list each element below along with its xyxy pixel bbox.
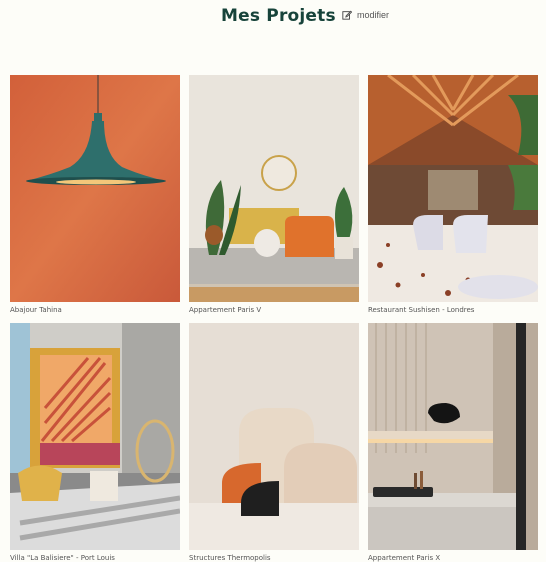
project-image[interactable] <box>189 75 359 302</box>
project-image[interactable] <box>10 323 180 550</box>
project-card[interactable]: Structures Thermopolis <box>189 323 359 562</box>
project-caption: Abajour Tahina <box>10 306 62 314</box>
project-card[interactable]: Appartement Paris V <box>189 75 359 314</box>
project-image[interactable] <box>368 323 538 550</box>
project-caption: Restaurant Sushisen - Londres <box>368 306 475 314</box>
project-card[interactable]: Restaurant Sushisen - Londres <box>368 75 538 314</box>
project-card[interactable]: Villa "La Balisiere" - Port Louis <box>10 323 180 562</box>
edit-icon <box>342 10 352 20</box>
project-caption: Appartement Paris V <box>189 306 262 314</box>
project-image[interactable] <box>368 75 538 302</box>
page-title: Mes Projets <box>221 6 336 26</box>
project-image[interactable] <box>189 323 359 550</box>
page-header: Mes Projets modifier <box>0 4 546 30</box>
project-card[interactable]: Appartement Paris X <box>368 323 538 562</box>
project-image[interactable] <box>10 75 180 302</box>
project-card[interactable]: Abajour Tahina <box>10 75 180 314</box>
edit-button[interactable]: modifier <box>342 10 389 20</box>
edit-label: modifier <box>357 10 390 20</box>
